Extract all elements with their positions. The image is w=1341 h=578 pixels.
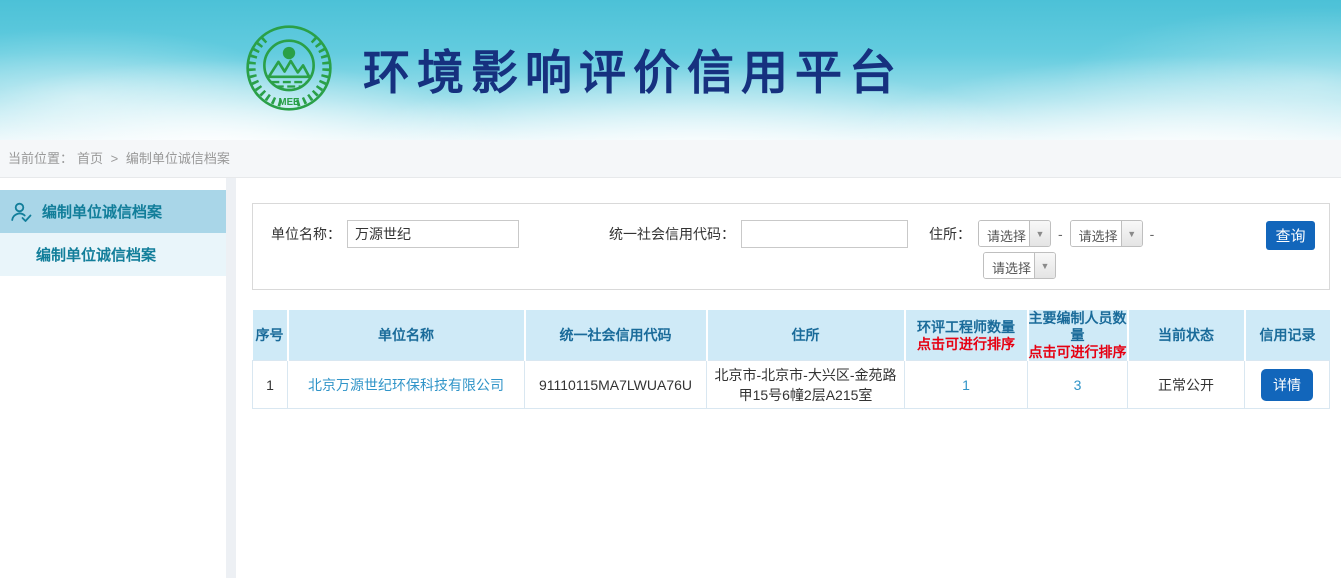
address-city-select[interactable]: 请选择 ▼ <box>1070 220 1143 247</box>
sidebar-item-unit-credit-archive[interactable]: 编制单位诚信档案 <box>0 190 226 233</box>
sort-hint[interactable]: 点击可进行排序 <box>1029 344 1127 360</box>
address-province-select[interactable]: 请选择 ▼ <box>978 220 1051 247</box>
breadcrumb-current: 编制单位诚信档案 <box>126 151 230 166</box>
credit-code-label: 统一社会信用代码： <box>609 224 735 244</box>
sidebar: 编制单位诚信档案 编制单位诚信档案 <box>0 178 226 578</box>
sidebar-subitem-label: 编制单位诚信档案 <box>36 244 156 265</box>
unit-name-label: 单位名称： <box>271 224 341 244</box>
table-header-row: 序号 单位名称 统一社会信用代码 住所 环评工程师数量 点击可进行排序 主要编制… <box>253 310 1330 361</box>
col-header-address: 住所 <box>707 310 905 361</box>
main-content: 单位名称： 统一社会信用代码： 住所： 请选择 ▼ - 请选择 ▼ - <box>236 178 1341 578</box>
cell-credit-code: 91110115MA7LWUA76U <box>525 361 707 409</box>
breadcrumb-separator: > <box>111 151 119 166</box>
address-city-value: 请选择 <box>1071 221 1121 246</box>
query-button[interactable]: 查询 <box>1266 221 1315 250</box>
sidebar-subitem-unit-credit-archive[interactable]: 编制单位诚信档案 <box>0 233 226 276</box>
address-dash: - <box>1058 226 1063 242</box>
table-row: 1 北京万源世纪环保科技有限公司 91110115MA7LWUA76U 北京市-… <box>253 361 1330 409</box>
staff-count-link[interactable]: 3 <box>1074 377 1082 393</box>
engineer-count-link[interactable]: 1 <box>962 377 970 393</box>
site-header: MEE 环境影响评价信用平台 <box>0 0 1341 140</box>
col-header-status: 当前状态 <box>1128 310 1245 361</box>
sidebar-divider <box>226 178 236 578</box>
chevron-down-icon[interactable]: ▼ <box>1034 253 1055 278</box>
col-header-staff-label: 主要编制人员数量 <box>1029 310 1127 343</box>
cell-seq: 1 <box>253 361 288 409</box>
chevron-down-icon[interactable]: ▼ <box>1029 221 1050 246</box>
col-header-staff-count-sortable[interactable]: 主要编制人员数量 点击可进行排序 <box>1028 310 1128 361</box>
sidebar-item-label: 编制单位诚信档案 <box>42 201 162 222</box>
sort-hint[interactable]: 点击可进行排序 <box>906 336 1027 352</box>
chevron-down-icon[interactable]: ▼ <box>1121 221 1142 246</box>
address-province-value: 请选择 <box>979 221 1029 246</box>
col-header-credit-record: 信用记录 <box>1245 310 1330 361</box>
breadcrumb-home-link[interactable]: 首页 <box>77 151 103 166</box>
unit-name-input[interactable] <box>347 220 519 248</box>
results-table: 序号 单位名称 统一社会信用代码 住所 环评工程师数量 点击可进行排序 主要编制… <box>252 310 1330 409</box>
col-header-engineer-label: 环评工程师数量 <box>917 319 1015 335</box>
mee-logo-icon: MEE <box>245 24 333 112</box>
address-district-select[interactable]: 请选择 ▼ <box>983 252 1056 279</box>
search-panel: 单位名称： 统一社会信用代码： 住所： 请选择 ▼ - 请选择 ▼ - <box>252 203 1330 290</box>
address-district-value: 请选择 <box>984 253 1034 278</box>
breadcrumb: 当前位置： 首页 > 编制单位诚信档案 <box>0 140 1341 178</box>
cell-status: 正常公开 <box>1128 361 1245 409</box>
detail-button[interactable]: 详情 <box>1261 369 1313 401</box>
breadcrumb-prefix: 当前位置： <box>8 151 73 166</box>
cell-address: 北京市-北京市-大兴区-金苑路甲15号6幢2层A215室 <box>707 361 905 409</box>
col-header-seq: 序号 <box>253 310 288 361</box>
page-title: 环境影响评价信用平台 <box>363 34 903 103</box>
user-check-icon <box>10 201 32 223</box>
col-header-credit-code: 统一社会信用代码 <box>525 310 707 361</box>
col-header-engineer-count-sortable[interactable]: 环评工程师数量 点击可进行排序 <box>905 310 1028 361</box>
address-dash: - <box>1150 226 1155 242</box>
company-name-link[interactable]: 北京万源世纪环保科技有限公司 <box>308 377 504 393</box>
credit-code-input[interactable] <box>741 220 908 248</box>
address-label: 住所： <box>929 224 971 244</box>
logo-caption: MEE <box>279 97 301 108</box>
col-header-company: 单位名称 <box>288 310 525 361</box>
